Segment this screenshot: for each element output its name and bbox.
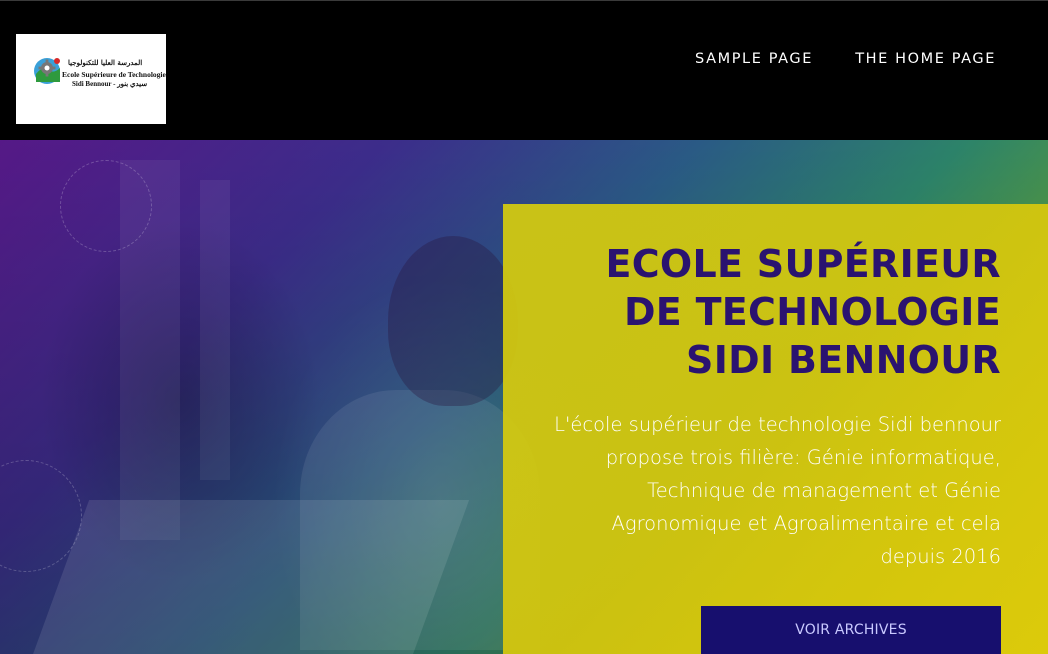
nav-sample-page[interactable]: SAMPLE PAGE — [695, 51, 813, 67]
hero-title: ECOLE SUPÉRIEUR DE TECHNOLOGIE SIDI BENN… — [605, 240, 1001, 384]
hero-person-head — [388, 236, 518, 406]
hero-laptop — [30, 500, 470, 654]
decorative-ring — [60, 160, 152, 252]
logo-arabic-name: المدرسة العليا للتكنولوجيا — [68, 58, 143, 67]
logo-french-name: Ecole Supérieure de Technologie — [62, 70, 166, 79]
gear-emblem-icon — [34, 58, 60, 84]
hero-section: ECOLE SUPÉRIEUR DE TECHNOLOGIE SIDI BENN… — [0, 140, 1048, 654]
hero-title-line-1: ECOLE SUPÉRIEUR — [605, 242, 1001, 286]
voir-archives-button[interactable]: VOIR ARCHIVES — [701, 606, 1001, 654]
background-shelf — [200, 180, 230, 480]
hero-title-line-3: SIDI BENNOUR — [686, 338, 1001, 382]
site-logo[interactable]: المدرسة العليا للتكنولوجيا Ecole Supérie… — [16, 34, 166, 124]
site-header: المدرسة العليا للتكنولوجيا Ecole Supérie… — [0, 1, 1048, 140]
hero-description: L'école supérieur de technologie Sidi be… — [554, 413, 1001, 568]
nav-home-page[interactable]: THE HOME PAGE — [855, 51, 996, 67]
hero-title-line-2: DE TECHNOLOGIE — [623, 290, 1001, 334]
logo-city-line: Sidi Bennour - سيدي بنور — [72, 80, 148, 88]
